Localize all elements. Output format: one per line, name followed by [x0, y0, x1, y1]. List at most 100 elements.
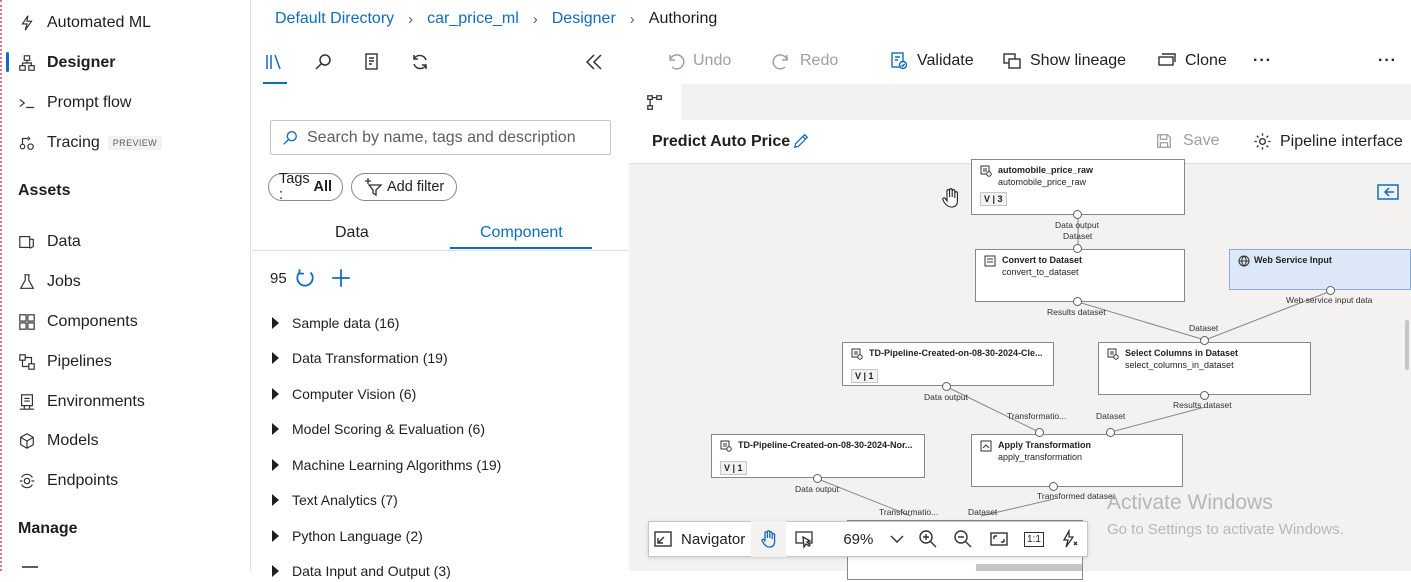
undo-icon: [669, 54, 685, 70]
search-tab[interactable]: [309, 48, 337, 76]
refresh-button[interactable]: [294, 267, 316, 289]
more-toolbar-button[interactable]: ···: [1253, 50, 1272, 72]
input-port[interactable]: [1106, 428, 1115, 437]
graph-view-tab[interactable]: [629, 84, 681, 120]
node-web-service-input[interactable]: Web Service Input: [1229, 249, 1411, 290]
validate-button[interactable]: Validate: [889, 50, 974, 72]
input-port[interactable]: [1200, 336, 1209, 345]
nav-label: Endpoints: [47, 472, 119, 489]
category-text-analytics[interactable]: Text Analytics (7): [272, 489, 398, 511]
library-tab-underline: [263, 82, 287, 84]
canvas-scrollbar[interactable]: [1405, 320, 1409, 370]
category-ml-algorithms[interactable]: Machine Learning Algorithms (19): [272, 454, 501, 476]
chevron-right-icon: ›: [408, 10, 414, 28]
category-model-scoring[interactable]: Model Scoring & Evaluation (6): [272, 418, 485, 440]
actual-size-button[interactable]: 1:1: [1016, 521, 1051, 557]
port-label: Dataset: [1063, 231, 1093, 241]
nav-item-jobs[interactable]: Jobs: [16, 270, 81, 294]
checklist-icon: [365, 53, 378, 70]
node-select-columns[interactable]: Select Columns in Dataset select_columns…: [1098, 342, 1311, 395]
nav-item-prompt-flow[interactable]: Prompt flow: [16, 91, 131, 115]
nav-item-pipelines[interactable]: Pipelines: [16, 350, 112, 374]
redo-button[interactable]: Redo: [772, 50, 838, 72]
nav-item-environments[interactable]: Environments: [16, 390, 145, 414]
category-computer-vision[interactable]: Computer Vision (6): [272, 383, 416, 405]
pencil-icon: [793, 133, 809, 149]
redo-label: Redo: [800, 52, 839, 69]
category-python-language[interactable]: Python Language (2): [272, 525, 423, 547]
output-port[interactable]: [1073, 297, 1082, 306]
nav-item-models[interactable]: Models: [16, 429, 99, 453]
output-port[interactable]: [1326, 286, 1335, 295]
zoom-dropdown[interactable]: [883, 521, 910, 557]
node-automobile-price-raw[interactable]: automobile_price_raw automobile_price_ra…: [971, 159, 1185, 215]
navigator-button[interactable]: Navigator: [649, 521, 751, 557]
nav-label: Jobs: [47, 273, 81, 290]
collapse-panel-button[interactable]: [580, 48, 608, 76]
input-port[interactable]: [1035, 428, 1044, 437]
search-icon: [283, 130, 297, 145]
auto-layout-button[interactable]: [1052, 521, 1087, 557]
nav-label: Prompt flow: [47, 94, 132, 111]
nav-item-automated-ml[interactable]: Automated ML: [16, 11, 151, 35]
show-lineage-button[interactable]: Show lineage: [1002, 50, 1126, 72]
library-tab[interactable]: [260, 48, 288, 76]
manage-heading: Manage: [18, 520, 78, 537]
input-port[interactable]: [1073, 244, 1082, 253]
clone-button[interactable]: Clone: [1157, 50, 1227, 72]
validate-label: Validate: [917, 52, 974, 69]
expand-panel-button[interactable]: [1377, 184, 1399, 200]
node-convert-to-dataset[interactable]: Convert to Dataset convert_to_dataset: [975, 249, 1185, 302]
pipeline-interface-button[interactable]: Pipeline interface: [1253, 132, 1403, 151]
output-port[interactable]: [813, 474, 822, 483]
category-data-transformation[interactable]: Data Transformation (19): [272, 347, 448, 369]
output-port[interactable]: [942, 382, 951, 391]
chevron-down-icon: [890, 535, 904, 543]
breadcrumb-workspace[interactable]: car_price_ml: [427, 10, 519, 28]
node-td-pipeline-normalize[interactable]: TD-Pipeline-Created-on-08-30-2024-Nor...…: [711, 434, 925, 478]
search-input[interactable]: Search by name, tags and description: [270, 120, 611, 155]
nav-item-endpoints[interactable]: Endpoints: [16, 469, 118, 493]
nav-item-data[interactable]: Data: [16, 230, 81, 254]
auto-layout-icon: [1063, 529, 1078, 548]
more-options-button[interactable]: ···: [1378, 50, 1397, 72]
category-data-io[interactable]: Data Input and Output (3): [272, 560, 451, 582]
nav-item-designer[interactable]: Designer: [16, 51, 115, 75]
tab-data[interactable]: Data: [335, 224, 369, 242]
pan-mode-button[interactable]: [751, 521, 787, 557]
edit-title-button[interactable]: [792, 132, 812, 152]
nav-item-tracing[interactable]: Tracing PREVIEW: [16, 131, 163, 155]
zoom-out-button[interactable]: [946, 521, 981, 557]
category-label: Python Language (2): [292, 528, 423, 544]
module-icon: [1107, 348, 1119, 360]
pipeline-graph[interactable]: automobile_price_raw automobile_price_ra…: [629, 159, 1411, 580]
node-td-pipeline-clean[interactable]: TD-Pipeline-Created-on-08-30-2024-Cle...…: [842, 342, 1054, 386]
checklist-tab[interactable]: [358, 48, 386, 76]
add-filter-button[interactable]: Add filter: [351, 173, 457, 201]
nav-item-components[interactable]: Components: [16, 310, 138, 334]
category-label: Data Transformation (19): [292, 350, 448, 366]
output-port[interactable]: [1049, 482, 1058, 491]
globe-icon: [1238, 255, 1250, 267]
save-button[interactable]: Save: [1155, 132, 1219, 150]
pipeline-canvas[interactable]: Predict Auto Price Save Pipeline interfa…: [629, 84, 1411, 580]
designer-toolbar: Undo Redo Validate Show lineage Clone ··…: [629, 36, 1411, 84]
add-component-button[interactable]: [330, 267, 352, 289]
breadcrumb-directory[interactable]: Default Directory: [275, 10, 394, 28]
output-port[interactable]: [1073, 210, 1082, 219]
port-label: Data output: [795, 484, 839, 494]
port-label: Data output: [1055, 220, 1099, 230]
tags-filter[interactable]: Tags : All: [268, 171, 343, 203]
node-apply-transformation[interactable]: Apply Transformation apply_transformatio…: [971, 434, 1183, 487]
refresh-tab[interactable]: [406, 48, 434, 76]
breadcrumb-designer[interactable]: Designer: [552, 10, 616, 28]
select-mode-button[interactable]: [786, 521, 821, 557]
category-sample-data[interactable]: Sample data (16): [272, 312, 399, 334]
fit-to-screen-button[interactable]: [981, 521, 1016, 557]
tab-component[interactable]: Component: [480, 224, 563, 242]
zoom-in-button[interactable]: [910, 521, 945, 557]
library-icon: [266, 54, 281, 70]
output-port[interactable]: [1200, 391, 1209, 400]
undo-button[interactable]: Undo: [665, 50, 731, 72]
node-title: TD-Pipeline-Created-on-08-30-2024-Cle...: [869, 348, 1043, 358]
